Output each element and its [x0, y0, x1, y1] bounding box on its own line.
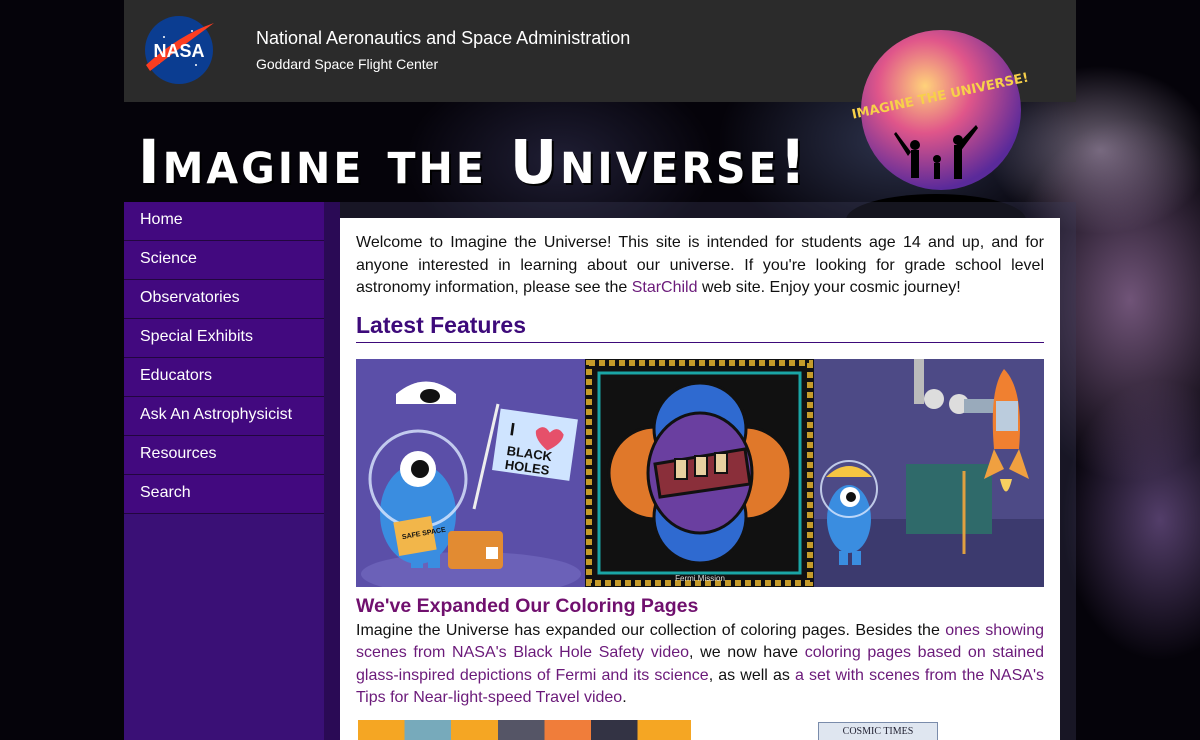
article-title[interactable]: We've Expanded Our Coloring Pages	[356, 595, 1044, 618]
agency-name: National Aeronautics and Space Administr…	[256, 28, 631, 48]
banner: Imagine the Universe! IMAGINE THE UNIVER…	[124, 30, 1076, 220]
feature-banner-image[interactable]: I BLACK HOLES SAFE SPACE Fermi Mission	[356, 358, 1044, 587]
nav-item-search[interactable]: Search	[124, 475, 324, 514]
center-name: Goddard Space Flight Center	[256, 56, 439, 72]
sidebar-divider	[324, 202, 340, 740]
sidebar-nav: Home Science Observatories Special Exhib…	[124, 202, 324, 740]
site-title[interactable]: Imagine the Universe!	[138, 126, 809, 197]
nasa-logo[interactable]: NASA	[144, 15, 214, 85]
nav-item-special-exhibits[interactable]: Special Exhibits	[124, 319, 324, 358]
nav-item-ask-an-astrophysicist[interactable]: Ask An Astrophysicist	[124, 397, 324, 436]
main-content: Welcome to Imagine the Universe! This si…	[340, 218, 1060, 740]
nasa-logo-text: NASA	[153, 41, 204, 61]
nav-item-home[interactable]: Home	[124, 202, 324, 241]
near-light-speed-panel	[814, 358, 1044, 587]
black-hole-safety-panel: I BLACK HOLES SAFE SPACE	[356, 358, 585, 587]
nav-item-science[interactable]: Science	[124, 241, 324, 280]
article-body: Imagine the Universe has expanded our co…	[356, 621, 1045, 707]
stained-glass-fermi-panel: Fermi Mission	[585, 358, 814, 587]
welcome-text: Welcome to Imagine the Universe! This si…	[356, 234, 1044, 296]
feature-thumbnails: COSMIC TIMES	[356, 719, 1044, 740]
nav-item-resources[interactable]: Resources	[124, 436, 324, 475]
svg-text:Fermi Mission: Fermi Mission	[675, 574, 725, 583]
cosmic-times-thumbnail[interactable]: COSMIC TIMES	[818, 721, 938, 740]
universe-badge-logo: IMAGINE THE UNIVERSE!	[846, 30, 1030, 220]
latest-features-heading: Latest Features	[356, 312, 1044, 343]
nav-item-educators[interactable]: Educators	[124, 358, 324, 397]
page: NASA National Aeronautics and Space Admi…	[124, 0, 1076, 740]
nav-item-observatories[interactable]: Observatories	[124, 280, 324, 319]
thumbnail-photos[interactable]	[358, 719, 691, 740]
starchild-link[interactable]: StarChild	[632, 279, 698, 296]
